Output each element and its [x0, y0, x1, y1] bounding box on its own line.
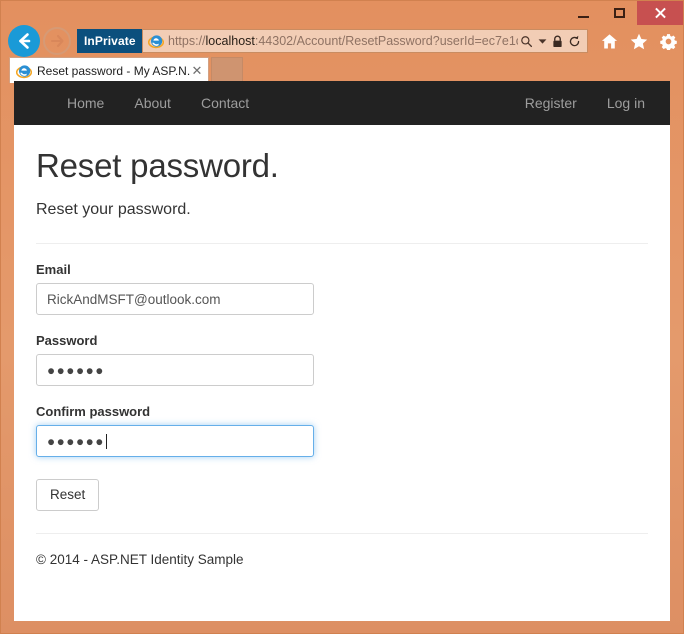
nav-link-about[interactable]: About	[119, 81, 186, 125]
footer-divider	[36, 533, 648, 535]
site-navbar: Home About Contact Register Log in	[14, 81, 670, 125]
search-icon[interactable]	[520, 35, 533, 48]
padlock-icon[interactable]	[552, 35, 563, 48]
password-label: Password	[36, 333, 98, 348]
maximize-button[interactable]	[601, 1, 637, 25]
refresh-icon[interactable]	[568, 35, 581, 48]
confirm-password-label: Confirm password	[36, 404, 151, 419]
confirm-password-form-group: Confirm password ●●●●●●	[36, 404, 648, 457]
window-controls	[565, 1, 683, 25]
email-form-group: Email	[36, 262, 648, 315]
inprivate-badge: InPrivate	[77, 29, 143, 53]
confirm-password-field[interactable]: ●●●●●●	[36, 425, 314, 457]
address-url-text: https://localhost:44302/Account/ResetPas…	[168, 30, 518, 52]
site-nav-right: Register Log in	[510, 81, 660, 125]
internet-explorer-icon	[148, 35, 164, 49]
forward-button[interactable]	[43, 27, 71, 55]
home-icon[interactable]	[601, 33, 618, 50]
url-host: localhost	[205, 34, 255, 48]
close-button[interactable]	[637, 1, 683, 25]
close-icon	[654, 7, 666, 19]
minimize-icon	[577, 15, 589, 18]
main-content: Reset password. Reset your password. Ema…	[14, 147, 670, 567]
nav-link-home[interactable]: Home	[52, 81, 119, 125]
content-divider	[36, 243, 648, 244]
site-nav-left: Home About Contact	[52, 81, 264, 125]
back-button[interactable]	[8, 25, 40, 57]
nav-link-contact[interactable]: Contact	[186, 81, 264, 125]
new-tab-button[interactable]	[211, 57, 243, 83]
forward-arrow-icon	[50, 34, 64, 48]
email-label: Email	[36, 262, 71, 277]
password-form-group: Password ●●●●●●	[36, 333, 648, 386]
email-field[interactable]	[36, 283, 314, 315]
minimize-button[interactable]	[565, 1, 601, 25]
address-bar[interactable]: https://localhost:44302/Account/ResetPas…	[142, 29, 588, 53]
page-viewport: Home About Contact Register Log in Reset…	[14, 81, 670, 621]
browser-toolbar: InPrivate https://localhost:44302/Accoun…	[1, 23, 683, 59]
reset-button[interactable]: Reset	[36, 479, 100, 512]
text-cursor	[105, 433, 107, 449]
settings-gear-icon[interactable]	[660, 33, 677, 50]
confirm-password-masked-value: ●●●●●●	[47, 433, 105, 449]
page-title: Reset password.	[36, 147, 279, 184]
browser-window: InPrivate https://localhost:44302/Accoun…	[0, 0, 684, 634]
footer-copyright: © 2014 - ASP.NET Identity Sample	[36, 552, 244, 568]
tab-strip: Reset password - My ASP.N... ✕	[1, 55, 683, 83]
tab-close-icon[interactable]: ✕	[190, 64, 204, 77]
tab-title: Reset password - My ASP.N...	[37, 63, 190, 78]
nav-link-register[interactable]: Register	[510, 81, 592, 125]
reset-password-form: Email Password ●●●●●● Confirm password ●…	[36, 262, 648, 512]
dropdown-caret-icon[interactable]	[538, 38, 547, 45]
back-arrow-icon	[19, 33, 31, 49]
password-masked-value: ●●●●●●	[47, 362, 105, 378]
password-field[interactable]: ●●●●●●	[36, 354, 314, 386]
maximize-icon	[613, 8, 625, 18]
browser-tab-active[interactable]: Reset password - My ASP.N... ✕	[9, 57, 209, 83]
internet-explorer-icon	[16, 64, 32, 78]
browser-toolbar-icons	[601, 29, 677, 53]
nav-link-login[interactable]: Log in	[592, 81, 660, 125]
url-path: :44302/Account/ResetPassword?userId=ec7e…	[254, 34, 518, 48]
address-bar-icons	[518, 35, 587, 48]
title-bar	[1, 1, 683, 25]
url-scheme: https://	[168, 34, 206, 48]
page-subtitle: Reset your password.	[36, 201, 191, 218]
favorites-star-icon[interactable]	[630, 33, 648, 50]
